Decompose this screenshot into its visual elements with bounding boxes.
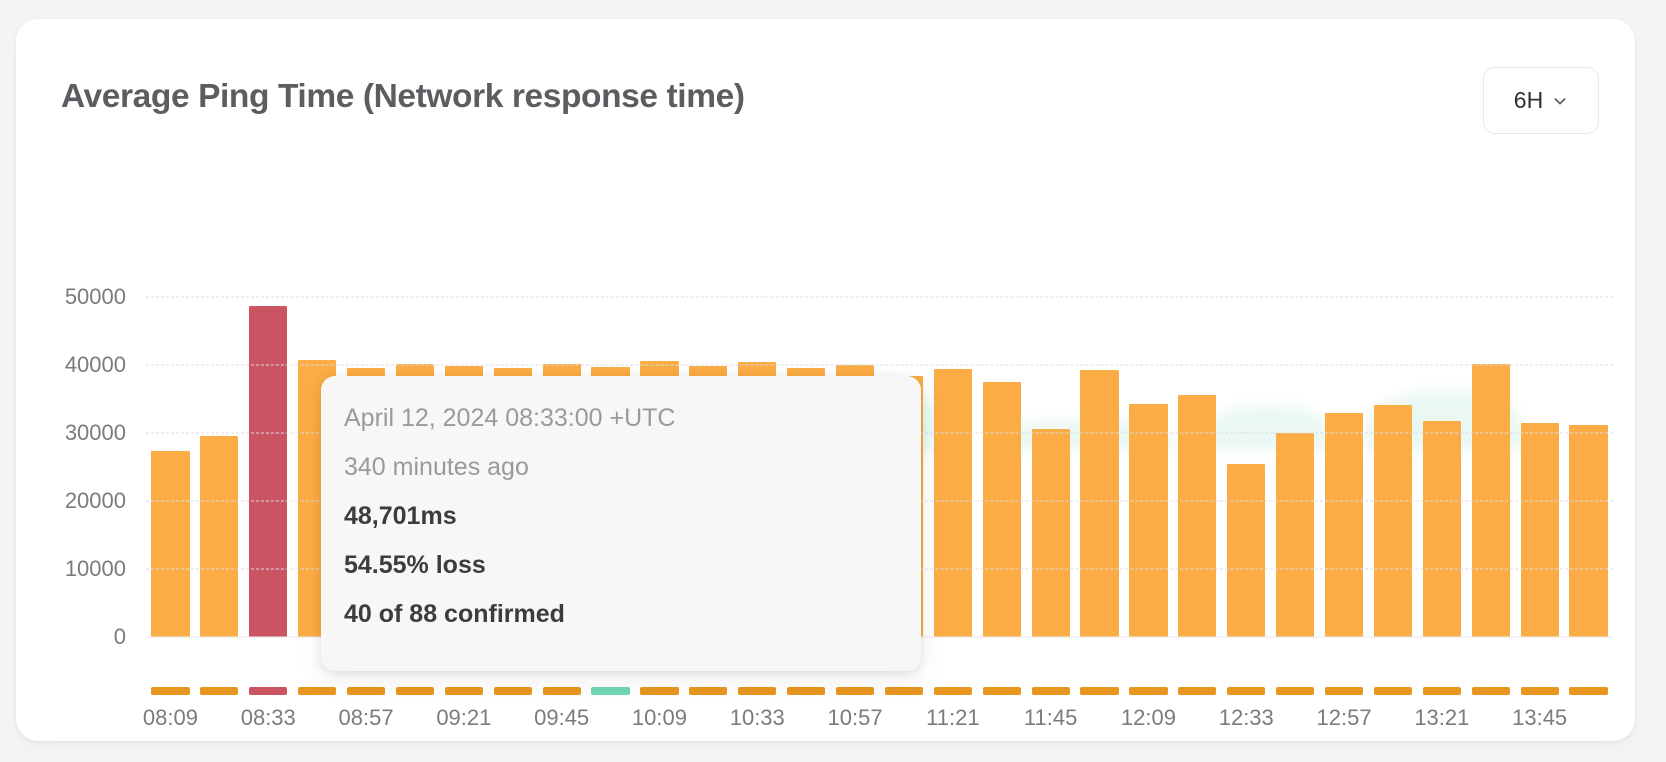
gridline	[146, 296, 1613, 298]
status-segment[interactable]	[200, 687, 239, 695]
y-axis: 0 10000 20000 30000 40000 50000	[16, 169, 144, 741]
status-segment[interactable]	[1373, 687, 1413, 695]
status-segment[interactable]	[1227, 687, 1266, 695]
time-range-label: 6H	[1513, 87, 1544, 113]
y-tick-label: 0	[113, 624, 126, 649]
status-segment[interactable]	[395, 687, 435, 695]
x-tick-label: 10:57	[827, 705, 883, 730]
bar[interactable]	[1520, 422, 1559, 637]
y-tick-label: 50000	[64, 284, 126, 309]
y-tick-label: 40000	[64, 352, 126, 377]
bar[interactable]	[933, 369, 972, 637]
time-range-dropdown[interactable]: 6H	[1483, 67, 1599, 134]
tooltip-latency: 48,701ms	[344, 502, 457, 530]
bar[interactable]	[1569, 424, 1608, 637]
x-tick-label: 12:33	[1218, 705, 1274, 730]
status-segment[interactable]	[640, 687, 679, 695]
gridline	[146, 364, 1613, 366]
status-segment[interactable]	[1031, 687, 1070, 695]
x-tick-label: 08:09	[142, 705, 198, 730]
x-tick-label: 11:45	[1023, 705, 1078, 730]
status-segment[interactable]	[1129, 687, 1168, 695]
status-segment[interactable]	[542, 687, 581, 695]
x-tick-label: 08:33	[240, 705, 296, 730]
status-segment[interactable]	[1178, 687, 1217, 695]
x-tick-label: 08:57	[338, 705, 394, 730]
bar[interactable]	[1031, 428, 1070, 637]
ping-chart-card: Average Ping Time (Network response time…	[16, 19, 1635, 741]
x-tick-label: 09:21	[436, 705, 492, 730]
card-header: Average Ping Time (Network response time…	[16, 19, 1635, 169]
status-segment[interactable]	[884, 687, 924, 695]
bar[interactable]	[200, 436, 239, 637]
status-strip	[146, 687, 1613, 695]
y-tick-label: 10000	[64, 556, 126, 581]
bar[interactable]	[1422, 420, 1461, 637]
bar[interactable]	[249, 305, 288, 637]
status-segment[interactable]	[298, 687, 337, 695]
y-tick-label: 20000	[64, 488, 126, 513]
status-segment[interactable]	[1324, 687, 1364, 695]
status-segment[interactable]	[1471, 687, 1510, 695]
bar[interactable]	[1080, 369, 1119, 637]
x-tick-label: 11:21	[926, 705, 980, 730]
status-segment[interactable]	[835, 687, 875, 695]
status-segment[interactable]	[689, 687, 728, 695]
tooltip-relative-time: 340 minutes ago	[344, 453, 529, 481]
status-segment[interactable]	[591, 687, 630, 695]
x-tick-label: 13:45	[1512, 705, 1568, 730]
x-axis: 08:09 08:33 08:57 09:21 09:45 10:09 10:33 10:57…	[142, 697, 1613, 741]
status-segment[interactable]	[982, 687, 1021, 695]
status-segment[interactable]	[151, 687, 190, 695]
x-tick-label: 12:09	[1120, 705, 1176, 730]
bar[interactable]	[982, 382, 1021, 637]
x-tick-label: 12:57	[1316, 705, 1372, 730]
bar[interactable]	[1324, 412, 1364, 637]
tooltip-loss: 54.55% loss	[344, 551, 486, 579]
status-segment[interactable]	[444, 687, 483, 695]
status-segment[interactable]	[1080, 687, 1119, 695]
x-tick-label: 10:09	[631, 705, 687, 730]
status-segment[interactable]	[1569, 687, 1608, 695]
bar[interactable]	[1227, 463, 1266, 637]
bar[interactable]	[1178, 394, 1217, 637]
page-title: Average Ping Time (Network response time…	[61, 78, 745, 115]
y-tick-label: 30000	[64, 420, 126, 445]
x-tick-label: 09:45	[534, 705, 590, 730]
bar[interactable]	[1276, 433, 1315, 637]
bar[interactable]	[1129, 403, 1168, 637]
status-segment[interactable]	[787, 687, 826, 695]
status-segment[interactable]	[1276, 687, 1315, 695]
status-segment[interactable]	[346, 687, 386, 695]
status-segment[interactable]	[933, 687, 972, 695]
page-root: Average Ping Time (Network response time…	[0, 0, 1666, 762]
tooltip-confirmed: 40 of 88 confirmed	[344, 600, 565, 628]
chart-tooltip: April 12, 2024 08:33:00 +UTC 340 minutes…	[321, 376, 921, 671]
status-segment[interactable]	[249, 687, 288, 695]
x-tick-label: 10:33	[729, 705, 785, 730]
chevron-down-icon	[1552, 93, 1568, 109]
status-segment[interactable]	[1520, 687, 1559, 695]
status-segment[interactable]	[493, 687, 532, 695]
bar[interactable]	[151, 451, 190, 637]
status-segment[interactable]	[738, 687, 777, 695]
tooltip-timestamp: April 12, 2024 08:33:00 +UTC	[344, 404, 676, 432]
bar[interactable]	[1373, 405, 1413, 637]
x-tick-label: 13:21	[1414, 705, 1470, 730]
status-segment[interactable]	[1422, 687, 1461, 695]
